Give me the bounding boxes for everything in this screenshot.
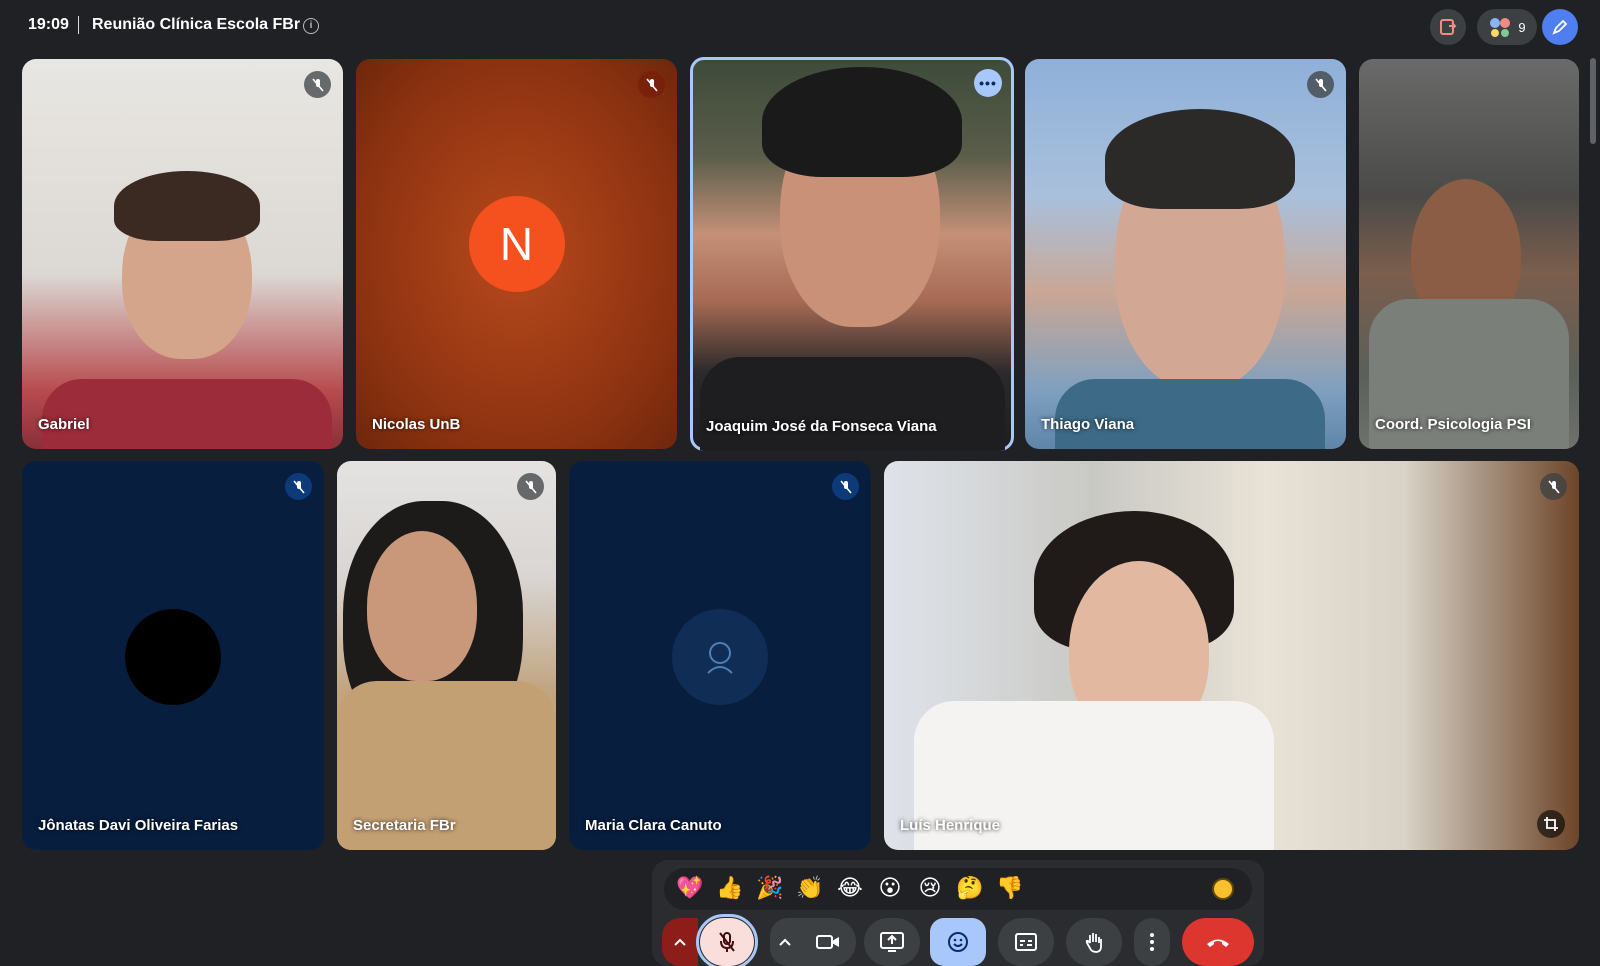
assistant-button[interactable] [1542,9,1578,45]
muted-indicator [1307,71,1334,98]
participant-name: Jônatas Davi Oliveira Farias [38,817,239,834]
pen-icon [1552,19,1568,35]
reaction-surprised[interactable]: 😮 [870,869,910,909]
participant-tile-luis[interactable]: Luís Henrique [884,461,1579,850]
camera-toggle[interactable] [800,918,856,966]
muted-indicator [304,71,331,98]
more-icon: ••• [979,75,997,91]
crop-button[interactable] [1537,810,1565,838]
reaction-list: 💖 👍 🎉 👏 😂 😮 😢 🤔 👎 [664,868,1252,910]
reaction-clap[interactable]: 👏 [790,869,830,909]
participant-shirt [42,379,332,449]
present-button[interactable] [864,918,920,966]
reaction-thumbs-up[interactable]: 👍 [710,869,750,909]
hand-icon [1085,933,1102,953]
participant-hair [114,171,260,241]
participant-hair [762,67,962,177]
participant-tile-gabriel[interactable]: Gabriel [22,59,343,449]
participant-name: Secretaria FBr [353,817,456,834]
participant-tile-thiago[interactable]: Thiago Viana [1025,59,1346,449]
participant-tile-jonatas[interactable]: Jônatas Davi Oliveira Farias [22,461,324,850]
avatar: N [468,196,565,292]
crop-icon [1544,817,1558,831]
avatar-illustration [707,642,733,674]
mic-off-icon [839,479,852,494]
participant-tile-joaquim[interactable]: ••• Joaquim José da Fonseca Viana [690,57,1014,451]
muted-indicator [1540,473,1567,500]
avatar [672,609,768,705]
present-icon [880,932,904,952]
meeting-title: Reunião Clínica Escola FBr [92,16,301,33]
leave-call-button[interactable] [1182,918,1254,966]
captions-icon [1015,933,1037,951]
muted-indicator [517,473,544,500]
participant-name: Joaquim José da Fonseca Viana [706,418,937,435]
meeting-time: 19:09 [28,16,69,33]
mic-off-icon [1547,479,1560,494]
participant-tile-secretaria[interactable]: Secretaria FBr [337,461,556,850]
raise-hand-button[interactable] [1066,918,1122,966]
participant-name: Coord. Psicologia PSI [1375,416,1531,433]
mic-off-icon [311,77,324,92]
activities-button[interactable] [1430,9,1466,45]
audio-options-button[interactable] [662,918,698,966]
participant-video [367,531,477,681]
participant-shirt [1055,379,1325,449]
muted-indicator [832,473,859,500]
leave-call-icon [1207,939,1229,947]
avatar [125,609,221,705]
divider [78,16,79,34]
reaction-thumbs-down[interactable]: 👎 [990,869,1030,909]
participant-name: Nicolas UnB [372,416,461,433]
people-icon [1490,18,1511,37]
chevron-up-icon [674,938,686,946]
participant-name: Gabriel [38,416,90,433]
chevron-up-icon [779,938,791,946]
reactions-button[interactable] [930,918,986,966]
people-button[interactable]: 9 [1477,9,1537,45]
skin-tone-picker[interactable] [1212,878,1234,900]
mic-off-icon [292,479,305,494]
reaction-laugh[interactable]: 😂 [830,869,870,909]
people-count: 9 [1518,19,1526,35]
more-options-button[interactable] [1134,918,1170,966]
captions-button[interactable] [998,918,1054,966]
mic-off-icon [719,932,735,952]
more-options-button[interactable]: ••• [974,69,1002,97]
info-icon[interactable]: i [303,18,319,34]
camera-icon [816,935,839,949]
participant-shirt [700,357,1005,451]
activities-icon [1440,19,1457,35]
participant-tile-coord-psi[interactable]: Coord. Psicologia PSI [1359,59,1579,449]
reaction-party[interactable]: 🎉 [750,869,790,909]
participant-tile-maria-clara[interactable]: Maria Clara Canuto [569,461,871,850]
participant-name: Thiago Viana [1041,416,1135,433]
reaction-thinking[interactable]: 🤔 [950,869,990,909]
participant-tile-nicolas[interactable]: N Nicolas UnB [356,59,677,449]
more-vertical-icon [1150,933,1154,951]
participant-name: Maria Clara Canuto [585,817,722,834]
reaction-sad[interactable]: 😢 [910,869,950,909]
emoji-icon [948,932,968,952]
muted-indicator [638,71,665,98]
participant-name: Luís Henrique [900,817,1001,834]
video-options-button[interactable] [770,918,800,966]
mic-off-icon [524,479,537,494]
mic-off-icon [1314,77,1327,92]
reaction-heart[interactable]: 💖 [670,869,710,909]
microphone-toggle[interactable] [696,914,758,966]
mic-off-icon [645,77,658,92]
scrollbar[interactable] [1590,58,1596,144]
muted-indicator [285,473,312,500]
top-bar: 19:09 Reunião Clínica Escola FBr i 9 [0,0,1600,54]
participant-hair [1105,109,1295,209]
